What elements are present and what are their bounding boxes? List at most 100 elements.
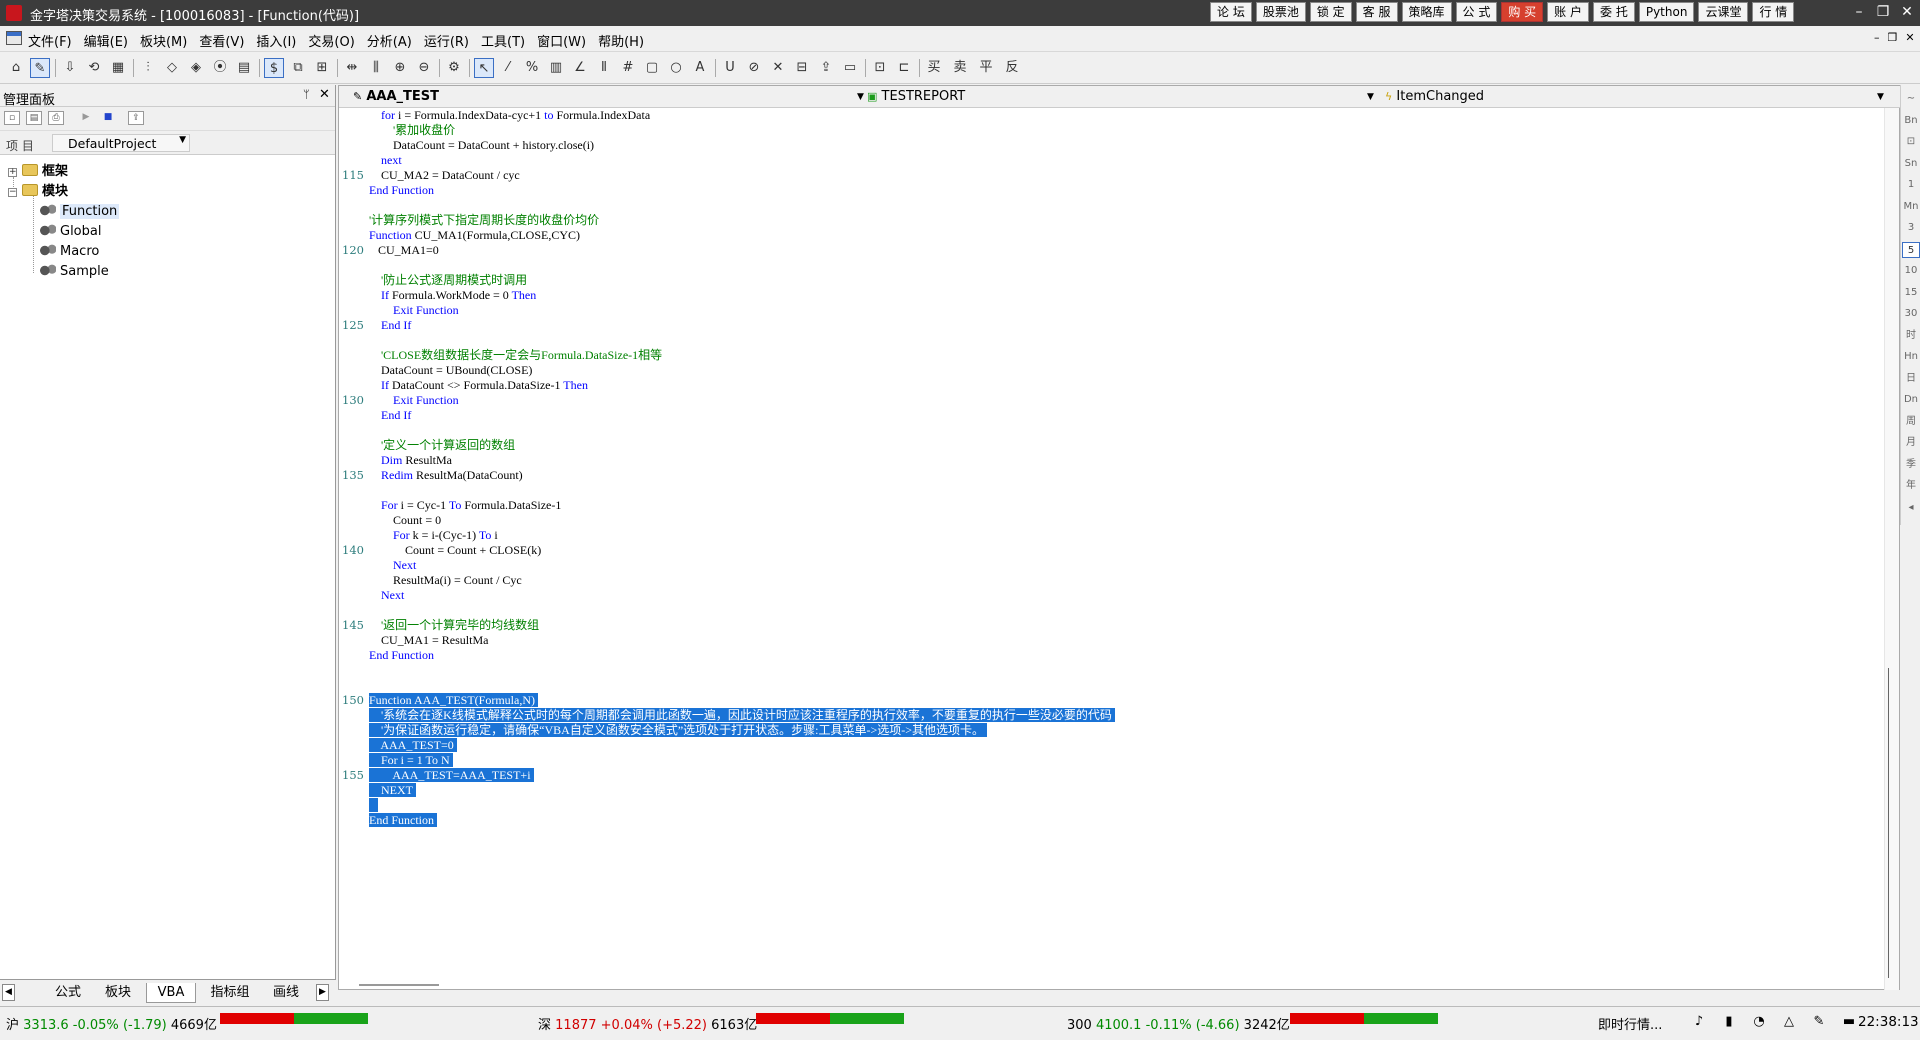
new-module-icon[interactable]: ▫ (4, 111, 20, 125)
code-text[interactable]: for i = Formula.IndexData-cyc+1 to Formu… (369, 108, 1869, 988)
tab-scroll-right-icon[interactable]: ▶ (316, 984, 329, 1001)
menu-file[interactable]: 文件(F) (28, 31, 72, 50)
reverse-icon[interactable]: 反 (1002, 58, 1022, 78)
menu-analysis[interactable]: 分析(A) (367, 31, 412, 50)
circle-icon[interactable]: ○ (666, 58, 686, 78)
measure-icon[interactable]: ⫼ (366, 58, 386, 78)
menu-trade[interactable]: 交易(O) (308, 31, 354, 50)
tab-sector[interactable]: 板块 (96, 983, 140, 1003)
menu-run[interactable]: 运行(R) (424, 31, 469, 50)
zoom-out-icon[interactable]: ⊖ (414, 58, 434, 78)
zoom-in-icon[interactable]: ⊕ (390, 58, 410, 78)
refresh-icon[interactable]: ⟲ (84, 58, 104, 78)
top-link-stock-pool[interactable]: 股票池 (1255, 2, 1306, 22)
top-link-forum[interactable]: 论 坛 (1210, 2, 1252, 22)
period-button[interactable]: 15 (1902, 285, 1920, 301)
percent-icon[interactable]: % (522, 58, 542, 78)
delete-icon[interactable]: ✕ (768, 58, 788, 78)
menu-window[interactable]: 窗口(W) (537, 31, 586, 50)
tab-drawing[interactable]: 画线 (264, 983, 308, 1003)
menu-sector[interactable]: 板块(M) (140, 31, 187, 50)
line-icon[interactable]: ⁄ (498, 58, 518, 78)
close-button[interactable]: ✕ (1898, 2, 1916, 22)
alert-icon[interactable]: △ (1780, 1013, 1798, 1031)
download-icon[interactable]: ⇩ (60, 58, 80, 78)
top-link-customer-service[interactable]: 客 服 (1355, 2, 1398, 22)
period-button[interactable]: 30 (1902, 306, 1920, 322)
period-button[interactable]: ◂ (1902, 500, 1920, 516)
sell-icon[interactable]: 卖 (950, 58, 970, 78)
period-button[interactable]: 月 (1902, 435, 1920, 451)
battery-icon[interactable]: ▮ (1720, 1013, 1738, 1031)
period-button[interactable]: 10 (1902, 263, 1920, 279)
split-icon[interactable]: ⫶ (138, 58, 158, 78)
home-icon[interactable]: ⌂ (6, 58, 26, 78)
panel-close-icon[interactable]: ✕ (319, 87, 330, 102)
stop-icon[interactable]: ■ (100, 111, 116, 125)
scroll-thumb[interactable] (1888, 668, 1896, 978)
tab-indicator-group[interactable]: 指标组 (204, 983, 256, 1003)
top-link-formula[interactable]: 公 式 (1455, 2, 1498, 22)
dollar-icon[interactable]: $ (264, 58, 284, 78)
doc-close-button[interactable]: ✕ (1905, 31, 1914, 44)
run-icon[interactable]: ▶ (78, 111, 94, 125)
ruler-icon[interactable]: ▥ (546, 58, 566, 78)
menu-tools[interactable]: 工具(T) (481, 31, 525, 50)
keyboard-icon[interactable]: ▬ (1840, 1013, 1858, 1031)
period-button[interactable]: Dn (1902, 392, 1920, 408)
tree-item-global[interactable]: Global (40, 223, 101, 241)
tree-item-sample[interactable]: Sample (40, 263, 109, 281)
object-combo[interactable]: ✎ AAA_TEST ▼ (353, 87, 864, 107)
tab-scroll-left-icon[interactable]: ◀ (2, 984, 15, 1001)
clock-icon[interactable]: ◔ (1750, 1013, 1768, 1031)
sh-index[interactable]: 沪 3313.6 -0.05% (-1.79) 4669亿 (6, 1014, 217, 1033)
minimize-button[interactable]: – (1850, 2, 1868, 22)
sz-index[interactable]: 深 11877 +0.04% (+5.22) 6163亿 (538, 1014, 757, 1033)
close-position-icon[interactable]: 平 (976, 58, 996, 78)
buy-icon[interactable]: 买 (924, 58, 944, 78)
doc-restore-button[interactable]: ❐ (1888, 31, 1898, 44)
export-icon[interactable]: ⇪ (128, 111, 144, 125)
menu-help[interactable]: 帮助(H) (598, 31, 644, 50)
lock-icon[interactable]: ⊟ (792, 58, 812, 78)
tree-item-modules[interactable]: − 模块 (8, 183, 68, 201)
edit-icon[interactable]: ✎ (30, 58, 50, 78)
event-combo[interactable]: ϟ ItemChanged ▼ (1385, 87, 1893, 107)
box-icon[interactable]: ⊡ (870, 58, 890, 78)
top-link-cloud-class[interactable]: 云课堂 (1698, 2, 1749, 22)
cursor-icon[interactable]: ↖ (474, 58, 494, 78)
top-link-strategy-library[interactable]: 策略库 (1401, 2, 1452, 22)
settings-icon[interactable]: ⚙ (444, 58, 464, 78)
layers-icon[interactable]: ◈ (186, 58, 206, 78)
record-icon[interactable]: ⦿ (210, 58, 230, 78)
collapse-icon[interactable]: − (8, 188, 17, 197)
align-icon[interactable]: ⫴ (594, 58, 614, 78)
diamond-icon[interactable]: ◇ (162, 58, 182, 78)
grid-icon[interactable]: ▦ (108, 58, 128, 78)
document-window-icon[interactable] (6, 31, 22, 45)
period-button[interactable]: 1 (1902, 177, 1920, 193)
period-button[interactable]: Sn (1902, 156, 1920, 172)
period-button[interactable]: 季 (1902, 457, 1920, 473)
i300-index[interactable]: 300 4100.1 -0.11% (-4.66) 3242亿 (1067, 1014, 1290, 1033)
menu-edit[interactable]: 编辑(E) (84, 31, 128, 50)
pin-icon[interactable]: ᛘ (303, 88, 310, 101)
menu-insert[interactable]: 插入(I) (256, 31, 296, 50)
period-button[interactable]: ∼ (1902, 91, 1920, 107)
top-link-buy[interactable]: 购 买 (1501, 2, 1544, 22)
maximize-button[interactable]: ❐ (1874, 2, 1892, 22)
report-combo[interactable]: ▣ TESTREPORT ▼ (867, 87, 1379, 107)
project-select[interactable]: DefaultProject ▼ (52, 134, 190, 152)
top-link-python[interactable]: Python (1638, 2, 1695, 22)
print-icon[interactable]: ⎙ (48, 111, 64, 125)
angle-icon[interactable]: ∠ (570, 58, 590, 78)
period-button[interactable]: Hn (1902, 349, 1920, 365)
doc-minimize-button[interactable]: – (1874, 31, 1880, 44)
copy-icon[interactable]: ⧉ (288, 58, 308, 78)
underline-icon[interactable]: U (720, 58, 740, 78)
sound-icon[interactable]: ♪ (1690, 1013, 1708, 1031)
tree-item-framework[interactable]: + 框架 (8, 163, 68, 181)
tab-formula[interactable]: 公式 (46, 983, 90, 1003)
period-button[interactable]: 3 (1902, 220, 1920, 236)
tab-vba[interactable]: VBA (146, 983, 196, 1003)
